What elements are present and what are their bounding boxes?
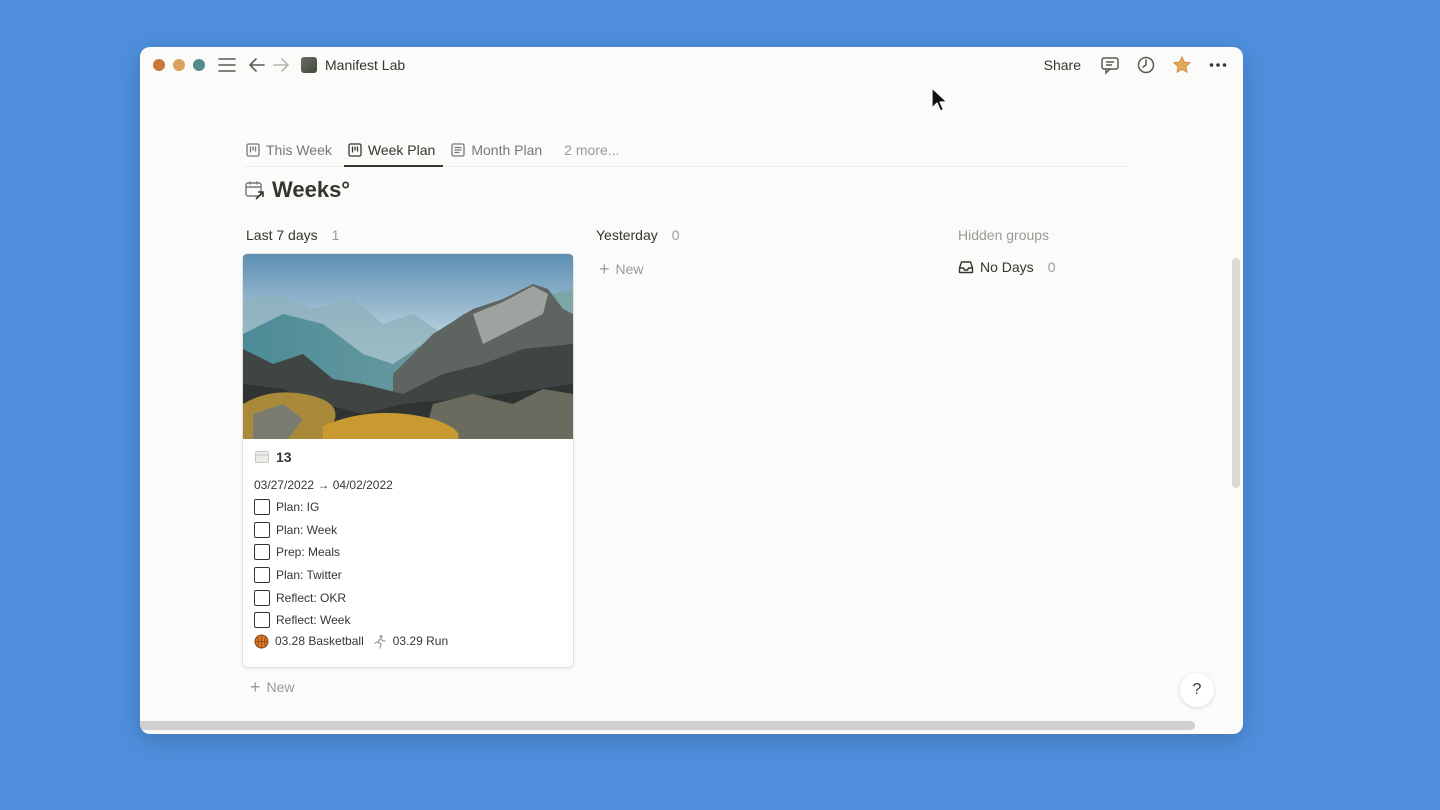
todo-item: Reflect: OKR: [254, 586, 562, 609]
more-options-icon[interactable]: [1207, 54, 1229, 76]
tab-week-plan[interactable]: Week Plan: [343, 133, 444, 167]
close-window-button[interactable]: [153, 59, 165, 71]
group-name: Yesterday: [596, 227, 658, 243]
history-clock-icon[interactable]: [1135, 54, 1157, 76]
todo-item: Prep: Meals: [254, 541, 562, 564]
horizontal-scrollbar[interactable]: [140, 721, 1195, 730]
vertical-scrollbar[interactable]: [1232, 83, 1240, 723]
todo-list: Plan: IG Plan: Week Prep: Meals Plan: Tw…: [254, 496, 562, 632]
group-count: 0: [671, 227, 680, 243]
todo-checkbox[interactable]: [254, 589, 270, 606]
todo-item: Reflect: Week: [254, 609, 562, 632]
view-tabs: This Week Week Plan Month Plan 2 more...: [244, 133, 1128, 167]
scrollbar-thumb[interactable]: [1232, 258, 1240, 488]
relation-basketball[interactable]: 03.28 Basketball: [254, 634, 364, 649]
new-label: New: [266, 679, 295, 695]
board-icon: [246, 142, 260, 157]
todo-label: Reflect: Week: [276, 613, 351, 628]
share-button[interactable]: Share: [1044, 57, 1081, 73]
new-label: New: [615, 261, 644, 277]
todo-checkbox[interactable]: [254, 544, 270, 561]
calendar-link-icon: [245, 181, 264, 200]
tab-label: Week Plan: [367, 141, 436, 158]
todo-item: Plan: Twitter: [254, 564, 562, 587]
favorite-star-icon[interactable]: [1171, 54, 1193, 76]
todo-label: Reflect: OKR: [276, 590, 347, 605]
basketball-icon: [254, 634, 269, 649]
todo-checkbox[interactable]: [254, 499, 270, 516]
todo-checkbox[interactable]: [254, 521, 270, 538]
more-views-button[interactable]: 2 more...: [564, 133, 619, 166]
window-controls: [153, 59, 205, 71]
breadcrumb-page-title[interactable]: Manifest Lab: [325, 57, 405, 73]
runner-icon: [374, 634, 386, 649]
relation-run[interactable]: 03.29 Run: [372, 634, 448, 649]
comments-icon[interactable]: [1099, 54, 1121, 76]
relation-label: 03.29 Run: [392, 634, 449, 649]
database-title-text[interactable]: Weeks°: [272, 177, 350, 203]
new-card-button-last-7-days[interactable]: + New: [250, 678, 295, 696]
database-title: Weeks°: [244, 177, 350, 203]
list-icon: [451, 142, 465, 157]
titlebar: Manifest Lab Share: [140, 47, 1243, 83]
tab-this-week[interactable]: This Week: [244, 133, 340, 166]
card-cover-mountain-image: [243, 254, 573, 439]
titlebar-actions: Share: [1044, 47, 1229, 83]
todo-item: Plan: IG: [254, 496, 562, 519]
plus-icon: +: [599, 259, 610, 279]
minimize-window-button[interactable]: [173, 59, 185, 71]
page-cover-icon: [301, 57, 317, 73]
plus-icon: +: [250, 677, 261, 697]
hidden-group-name: No Days: [980, 259, 1034, 275]
tab-month-plan[interactable]: Month Plan: [449, 133, 550, 166]
app-window: Manifest Lab Share This Week Week Plan M…: [140, 47, 1243, 734]
hidden-group-no-days[interactable]: No Days 0: [958, 259, 1055, 275]
mouse-pointer-icon: [931, 87, 948, 112]
card-title-text: 13: [276, 449, 292, 465]
group-count: 1: [331, 227, 340, 243]
todo-label: Plan: Twitter: [276, 568, 342, 583]
back-arrow-icon[interactable]: [247, 55, 267, 75]
inbox-icon: [958, 261, 974, 274]
todo-checkbox[interactable]: [254, 612, 270, 629]
todo-checkbox[interactable]: [254, 567, 270, 584]
tab-label: This Week: [266, 141, 332, 158]
hidden-groups-heading: Hidden groups: [958, 227, 1050, 243]
todo-label: Plan: Week: [276, 522, 338, 537]
sidebar-menu-icon[interactable]: [217, 55, 237, 75]
todo-item: Plan: Week: [254, 519, 562, 542]
relation-label: 03.28 Basketball: [275, 634, 364, 649]
forward-arrow-icon[interactable]: [271, 55, 291, 75]
card-body: 13 03/27/2022 → 04/02/2022 Plan: IG Plan…: [243, 439, 573, 659]
todo-label: Prep: Meals: [276, 545, 341, 560]
todo-label: Plan: IG: [276, 500, 320, 515]
group-name: Last 7 days: [246, 227, 318, 243]
new-card-button-yesterday[interactable]: + New: [599, 260, 644, 278]
card-title: 13: [254, 449, 562, 465]
hidden-group-count: 0: [1047, 259, 1056, 275]
tab-label: Month Plan: [471, 141, 543, 158]
zoom-window-button[interactable]: [193, 59, 205, 71]
group-header-last-7-days[interactable]: Last 7 days 1: [246, 227, 339, 243]
board-icon: [348, 142, 362, 157]
card-date-range: 03/27/2022 → 04/02/2022: [254, 478, 393, 492]
calendar-page-icon: [255, 451, 269, 463]
board-card[interactable]: 13 03/27/2022 → 04/02/2022 Plan: IG Plan…: [243, 254, 573, 667]
help-button[interactable]: ?: [1180, 673, 1214, 707]
group-header-yesterday[interactable]: Yesterday 0: [596, 227, 680, 243]
card-relations: 03.28 Basketball 03.29 Run: [254, 634, 562, 649]
